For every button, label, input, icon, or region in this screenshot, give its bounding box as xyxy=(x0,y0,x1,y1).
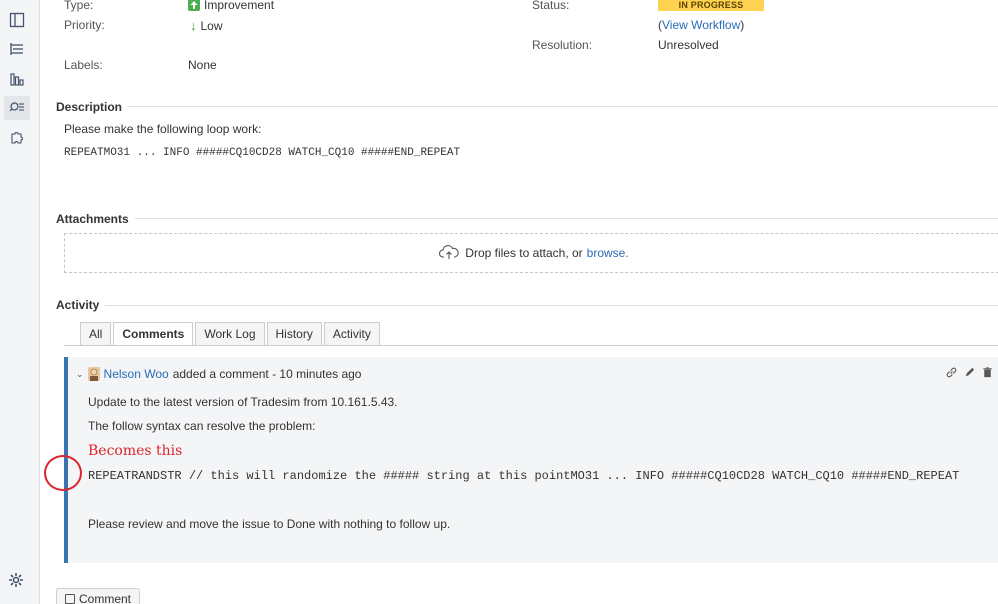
drop-text: Drop files to attach, or xyxy=(465,246,583,260)
comment-meta: added a comment - 10 minutes ago xyxy=(172,367,362,381)
addons-puzzle-icon[interactable] xyxy=(8,128,26,146)
comment-author-link[interactable]: Nelson Woo xyxy=(104,367,169,381)
resolution-label: Resolution: xyxy=(532,38,593,52)
view-workflow-link[interactable]: View Workflow xyxy=(662,18,740,32)
comment-line-2: The follow syntax can resolve the proble… xyxy=(88,419,316,433)
settings-gear-icon[interactable] xyxy=(8,572,26,590)
tab-history[interactable]: History xyxy=(266,322,322,346)
edit-pencil-icon[interactable] xyxy=(962,365,976,379)
labels-value: None xyxy=(188,58,217,72)
annotation-text: Becomes this xyxy=(88,443,183,459)
description-text: Please make the following loop work: xyxy=(64,122,262,136)
issue-main: Type: Improvement Priority: ↓ Low Labels… xyxy=(40,0,998,604)
issues-search-icon[interactable] xyxy=(4,96,30,120)
avatar xyxy=(87,367,100,381)
priority-value: ↓ Low xyxy=(190,18,223,33)
type-label: Type: xyxy=(64,0,94,12)
activity-rule xyxy=(56,305,998,306)
attachments-rule xyxy=(56,218,998,219)
comment-line-1: Update to the latest version of Tradesim… xyxy=(88,395,398,409)
browse-link[interactable]: browse. xyxy=(587,246,629,260)
board-icon[interactable] xyxy=(8,11,26,29)
tab-work-log[interactable]: Work Log xyxy=(195,322,265,346)
status-badge[interactable]: IN PROGRESS xyxy=(658,0,764,11)
attachments-title[interactable]: Attachments xyxy=(56,212,135,226)
activity-tabs: All Comments Work Log History Activity xyxy=(80,322,382,346)
chevron-down-icon[interactable]: ⌄ xyxy=(76,369,84,380)
priority-label: Priority: xyxy=(64,18,105,32)
backlog-icon[interactable] xyxy=(8,40,26,58)
delete-trash-icon[interactable] xyxy=(980,365,994,379)
comment-block: ⌄ Nelson Woo added a comment - 10 minute… xyxy=(44,357,998,563)
resolution-value: Unresolved xyxy=(658,38,719,52)
comment-line-3: Please review and move the issue to Done… xyxy=(88,517,451,531)
activity-title[interactable]: Activity xyxy=(56,298,106,312)
permalink-icon[interactable] xyxy=(944,365,958,379)
comment-icon xyxy=(65,594,75,604)
reports-icon[interactable] xyxy=(8,70,26,88)
project-sidebar xyxy=(0,0,40,604)
comment-actions xyxy=(944,365,994,379)
view-workflow: (View Workflow) xyxy=(658,18,745,32)
attachment-dropzone[interactable]: Drop files to attach, or browse. xyxy=(64,233,998,273)
description-code: REPEATMO31 ... INFO #####CQ10CD28 WATCH_… xyxy=(64,147,461,159)
tabs-rule xyxy=(64,345,998,346)
type-value: Improvement xyxy=(188,0,274,12)
annotation-circle xyxy=(44,455,82,491)
description-title[interactable]: Description xyxy=(56,100,129,114)
labels-label: Labels: xyxy=(64,58,103,72)
arrow-down-icon: ↓ xyxy=(190,18,197,33)
tab-comments[interactable]: Comments xyxy=(113,322,194,346)
improvement-icon xyxy=(188,0,200,11)
comment-button[interactable]: Comment xyxy=(56,588,140,604)
tab-activity[interactable]: Activity xyxy=(323,322,380,346)
comment-code: REPEATRANDSTR // this will randomize the… xyxy=(88,469,960,483)
cloud-upload-icon xyxy=(439,244,459,263)
tab-all[interactable]: All xyxy=(80,322,112,346)
comment-header: ⌄ Nelson Woo added a comment - 10 minute… xyxy=(76,367,361,381)
status-label: Status: xyxy=(532,0,570,12)
description-rule xyxy=(56,106,998,107)
